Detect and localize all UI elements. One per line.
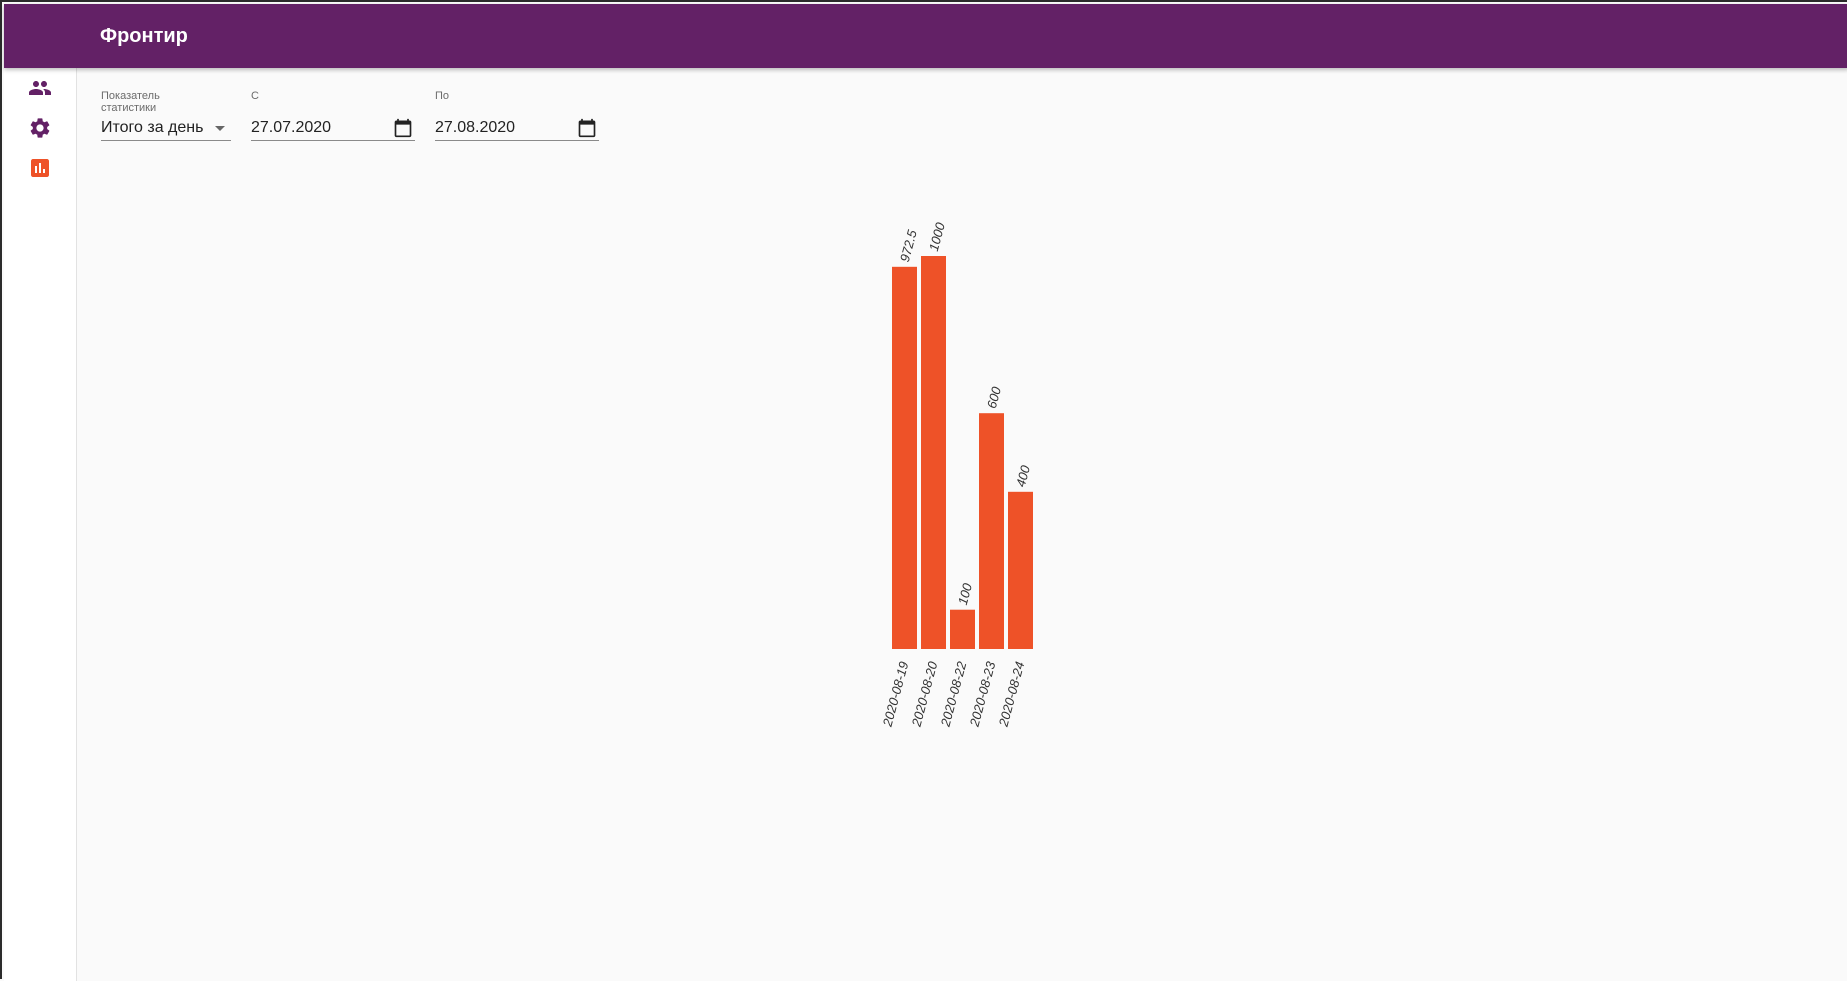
bar-chart-icon <box>28 156 52 180</box>
x-tick-label: 2020-08-23 <box>966 659 998 729</box>
bar-2020-08-22 <box>950 609 975 649</box>
app-title: Фронтир <box>100 25 188 47</box>
x-tick-label: 2020-08-19 <box>879 660 911 729</box>
bar-2020-08-24 <box>1008 491 1033 649</box>
app-bar: Фронтир <box>4 4 1847 68</box>
app-frame: Фронтир Показатель статистики Итого за д… <box>0 0 1847 981</box>
sidebar <box>4 68 77 981</box>
main-content: Показатель статистики Итого за день С 27… <box>77 68 1847 981</box>
bar-value-label: 400 <box>1013 463 1033 489</box>
sidebar-item-users[interactable] <box>4 68 76 108</box>
x-tick-label: 2020-08-22 <box>937 659 969 729</box>
bar-2020-08-19 <box>892 266 917 649</box>
x-tick-label: 2020-08-20 <box>908 659 940 729</box>
bar-value-label: 1000 <box>926 220 948 253</box>
x-tick-label: 2020-08-24 <box>995 660 1027 729</box>
gear-icon <box>28 116 52 140</box>
bar-2020-08-23 <box>979 413 1004 649</box>
users-icon <box>28 76 52 100</box>
bar-value-label: 100 <box>955 581 975 607</box>
sidebar-item-settings[interactable] <box>4 108 76 148</box>
bar-2020-08-20 <box>921 256 946 649</box>
sidebar-item-statistics[interactable] <box>4 148 76 188</box>
bar-value-label: 600 <box>984 384 1004 410</box>
bar-chart: 972.5 2020-08-19 1000 2020-08-20 100 2020-08-… <box>879 220 1033 729</box>
bar-value-label: 972.5 <box>897 228 920 264</box>
